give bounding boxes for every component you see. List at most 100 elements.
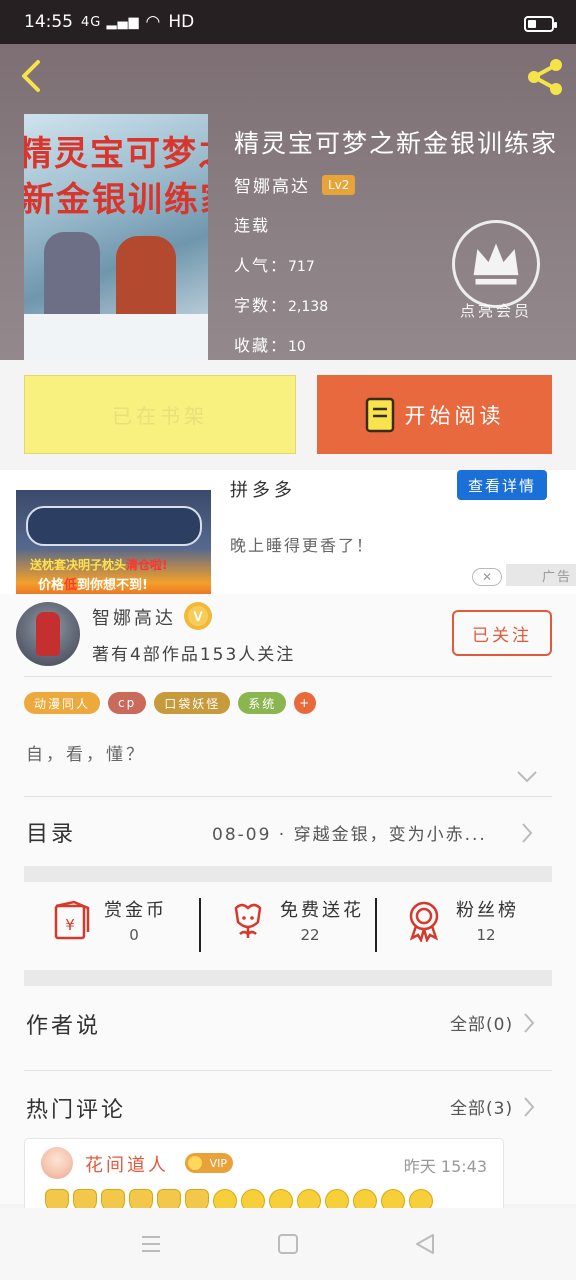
favorites-row: 收藏：10	[234, 332, 306, 356]
ad-image-text-line2: 价格低到你想不到!	[38, 574, 148, 593]
back-arrow-icon[interactable]	[14, 58, 50, 94]
reward-coin-button[interactable]: ¥ 赏金币 0	[24, 882, 200, 972]
book-title: 精灵宝可梦之新金银训练家	[234, 129, 559, 158]
flower-icon	[234, 903, 262, 938]
cover-figure	[116, 236, 176, 324]
hot-comments-title: 热门评论	[26, 1098, 127, 1123]
chevron-right-icon	[522, 823, 533, 843]
send-flower-value: 22	[300, 926, 320, 944]
book-intro: 自，看，懂？	[26, 745, 146, 765]
verified-symbol: V	[193, 608, 203, 624]
fan-ranking-button[interactable]: 粉丝榜 12	[376, 882, 552, 972]
book-cover[interactable]: 精灵宝可梦之 新金银训练家	[24, 114, 208, 360]
author-says-all[interactable]: 全部(0)	[450, 1010, 513, 1035]
level-badge: Lv2	[322, 174, 356, 195]
status-bar: 14:55 4G ▂▄▆ ◠ HD	[0, 0, 576, 44]
author-stats: 著有4部作品153人关注	[92, 645, 296, 665]
nav-back-icon[interactable]	[413, 1232, 437, 1256]
commenter-name[interactable]: 花间道人	[85, 1151, 169, 1177]
ad-pillow-graphic	[26, 506, 202, 546]
author-section: 智娜高达 V 著有4部作品153人关注 已关注 动漫同人 cp 口袋妖怪 系统 …	[0, 594, 576, 1218]
network-type: 4G	[81, 14, 102, 30]
ad-label: 广告	[506, 564, 576, 586]
stats-row: ¥ 赏金币 0 免费送花 22 粉丝榜 12	[24, 882, 552, 972]
commenter-avatar[interactable]	[41, 1147, 73, 1179]
book-author-line: 智娜高达 Lv2	[234, 172, 356, 197]
ad-detail-button[interactable]: 查看详情	[457, 470, 547, 500]
cover-title-line1: 精灵宝可梦之	[24, 134, 208, 174]
book-header: 精灵宝可梦之 新金银训练家 精灵宝可梦之新金银训练家 智娜高达 Lv2 连载 人…	[0, 44, 576, 360]
menu-icon[interactable]	[139, 1232, 163, 1256]
status-time: 14:55	[24, 12, 73, 32]
ad-image-text-line1: 送枕套决明子枕头清仓啦!	[30, 556, 168, 573]
toc-label: 目录	[26, 822, 77, 847]
start-reading-label: 开始阅读	[404, 403, 505, 428]
share-icon[interactable]	[524, 56, 566, 98]
author-says-title: 作者说	[26, 1014, 102, 1039]
cover-figure	[44, 232, 100, 322]
book-icon	[365, 397, 394, 432]
verified-badge-icon: V	[184, 602, 212, 630]
fan-ranking-icon	[409, 901, 439, 942]
hd-label: HD	[168, 12, 195, 32]
comment-time: 昨天 15:43	[403, 1157, 487, 1176]
in-bookshelf-button[interactable]: 已在书架	[24, 375, 296, 454]
tag-0[interactable]: 动漫同人	[24, 692, 101, 714]
word-count-row: 字数：2,138	[234, 292, 328, 316]
ad-label-text: 广告	[541, 569, 572, 585]
vip-badge-text: VIP	[209, 1156, 227, 1170]
send-flower-button[interactable]: 免费送花 22	[200, 882, 376, 972]
chevron-right-icon	[524, 1013, 535, 1033]
word-count-value: 2,138	[288, 299, 329, 315]
chevron-right-icon	[524, 1097, 535, 1117]
cover-snow	[24, 314, 208, 360]
hot-comments-all[interactable]: 全部(3)	[450, 1094, 513, 1119]
ad-image-text-1b: 清仓啦!	[126, 558, 168, 572]
comment-card[interactable]: 花间道人 VIP 昨天 15:43	[24, 1138, 504, 1218]
ad-description: 晚上睡得更香了！	[230, 536, 375, 555]
ad-image[interactable]: 送枕套决明子枕头清仓啦! 价格低到你想不到!	[16, 490, 211, 606]
system-navbar	[0, 1208, 576, 1280]
svg-text:¥: ¥	[65, 916, 75, 934]
tag-1[interactable]: cp	[108, 692, 147, 714]
divider	[24, 1070, 552, 1071]
ad-close-icon[interactable]: ✕	[472, 568, 502, 586]
tag-2[interactable]: 口袋妖怪	[154, 692, 231, 714]
crown-icon	[473, 243, 519, 285]
wifi-icon: ◠	[145, 12, 161, 32]
reward-coin-label: 赏金币	[104, 900, 167, 921]
add-tag-button[interactable]: +	[294, 692, 317, 714]
home-square-icon[interactable]	[276, 1232, 300, 1256]
battery-icon	[524, 16, 557, 32]
ad-image-text-2c: 到你想不到!	[77, 578, 148, 593]
ad-image-text-2b: 低	[64, 578, 78, 593]
section-divider	[24, 866, 552, 882]
book-status: 连载	[234, 216, 271, 235]
ad-banner[interactable]: 送枕套决明子枕头清仓啦! 价格低到你想不到! 拼多多 查看详情 晚上睡得更香了！…	[0, 470, 576, 606]
vip-badge: VIP	[185, 1153, 233, 1173]
divider	[24, 676, 552, 677]
reward-coin-icon: ¥	[54, 900, 90, 940]
vip-member-label[interactable]: 点亮会员	[438, 300, 554, 321]
in-bookshelf-label: 已在书架	[112, 404, 208, 428]
popularity-label: 人气：	[234, 256, 289, 275]
chevron-down-icon[interactable]	[516, 770, 538, 784]
tag-list: 动漫同人 cp 口袋妖怪 系统 +	[24, 692, 317, 714]
book-author[interactable]: 智娜高达	[234, 172, 310, 197]
tag-3[interactable]: 系统	[238, 692, 287, 714]
cover-title-line2: 新金银训练家	[24, 180, 208, 220]
latest-chapter: 08-09 · 穿越金银，变为小赤...	[212, 825, 487, 845]
start-reading-button[interactable]: 开始阅读	[317, 375, 552, 454]
signal-icon: 4G ▂▄▆	[81, 14, 140, 30]
reward-coin-value: 0	[129, 926, 139, 944]
vip-member-button[interactable]	[452, 220, 540, 308]
favorites-label: 收藏：	[234, 336, 289, 355]
fan-ranking-label: 粉丝榜	[456, 900, 519, 921]
follow-button[interactable]: 已关注	[452, 610, 552, 656]
popularity-row: 人气：717	[234, 252, 315, 276]
ad-brand: 拼多多	[230, 480, 296, 501]
ad-image-text-1a: 送枕套决明子枕头	[30, 558, 127, 572]
author-avatar[interactable]	[16, 602, 80, 666]
author-name[interactable]: 智娜高达	[92, 604, 176, 630]
section-divider	[24, 970, 552, 986]
